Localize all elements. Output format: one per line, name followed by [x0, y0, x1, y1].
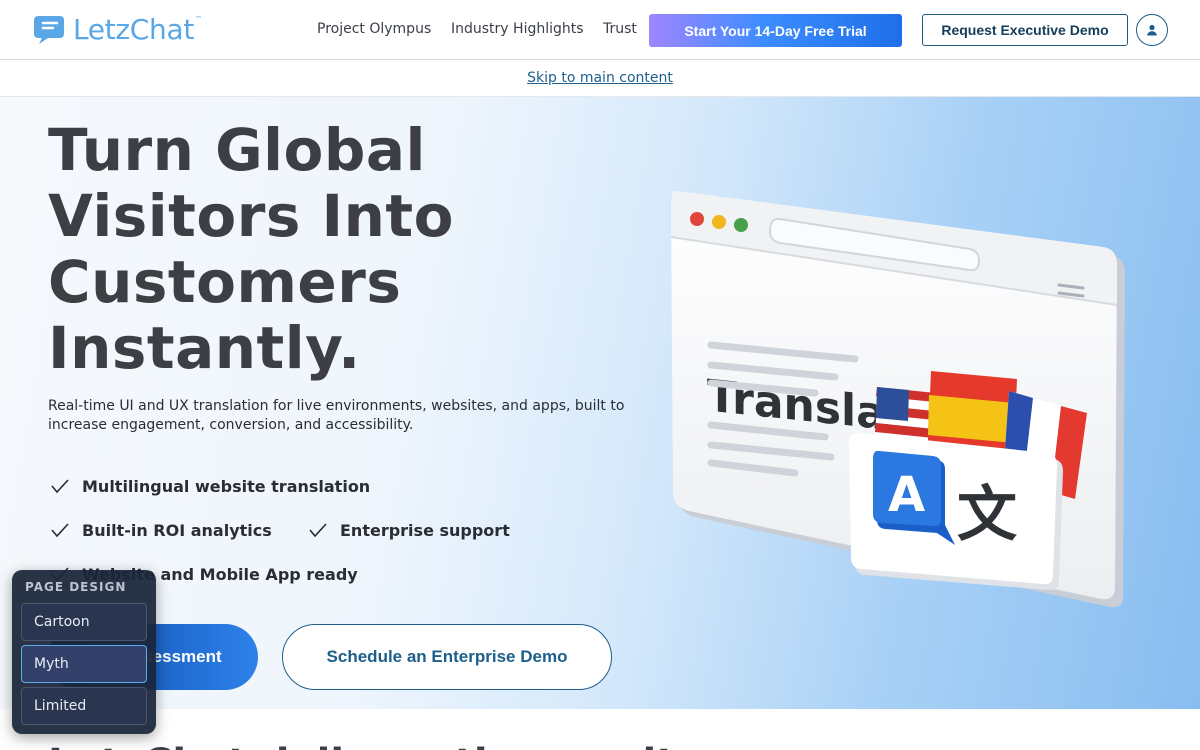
feature-label: Enterprise support: [340, 520, 510, 540]
feature-item: Enterprise support: [308, 520, 510, 540]
chat-bubble-logo-icon: [34, 16, 64, 44]
site-header: LetzChat ™ Project Olympus Industry High…: [0, 0, 1200, 60]
chinese-glyph: 文: [957, 480, 1017, 550]
brand-logo[interactable]: LetzChat ™: [33, 12, 202, 46]
executive-demo-button[interactable]: Request Executive Demo: [922, 14, 1128, 46]
schedule-demo-button[interactable]: Schedule an Enterprise Demo: [282, 624, 612, 690]
check-icon: [51, 479, 69, 494]
translation-illustration: Translations A 文: [670, 190, 1125, 608]
feature-item: Built-in ROI analytics: [50, 520, 272, 540]
hero-subtext: Real-time UI and UX translation for live…: [48, 398, 625, 433]
skip-to-content-link[interactable]: Skip to main content: [0, 70, 1200, 86]
user-icon: [1147, 24, 1157, 36]
design-option-cartoon[interactable]: Cartoon: [21, 603, 147, 641]
page-design-panel: PAGE DESIGN Cartoon Myth Limited: [12, 570, 156, 734]
hero-headline: Turn Global Visitors Into Customers Inst…: [48, 116, 454, 382]
feature-label: Multilingual website translation: [82, 476, 371, 496]
nav-link-trust[interactable]: Trust: [603, 21, 637, 37]
letter-a-glyph: A: [888, 467, 925, 523]
trademark-mark: ™: [195, 14, 203, 23]
window-maximize-dot: [734, 218, 748, 232]
feature-item: Multilingual website translation: [50, 476, 370, 496]
window-close-dot: [690, 212, 704, 226]
skip-bar: Skip to main content: [0, 60, 1200, 97]
next-section: LetzChat delivers the results: [0, 709, 1200, 750]
design-option-myth[interactable]: Myth: [21, 645, 147, 683]
check-icon: [309, 523, 327, 538]
feature-label: Built-in ROI analytics: [82, 520, 272, 540]
hero-section: Turn Global Visitors Into Customers Inst…: [0, 97, 1200, 709]
account-button[interactable]: [1136, 14, 1168, 46]
page-design-title: PAGE DESIGN: [25, 580, 127, 594]
check-icon: [51, 523, 69, 538]
nav-link-project-olympus[interactable]: Project Olympus: [317, 21, 431, 37]
free-trial-button[interactable]: Start Your 14-Day Free Trial: [649, 14, 902, 47]
window-minimize-dot: [712, 215, 726, 229]
next-section-heading: LetzChat delivers the results: [48, 741, 699, 750]
design-option-limited[interactable]: Limited: [21, 687, 147, 725]
nav-link-industry-highlights[interactable]: Industry Highlights: [451, 21, 584, 37]
brand-name: LetzChat: [73, 12, 195, 46]
